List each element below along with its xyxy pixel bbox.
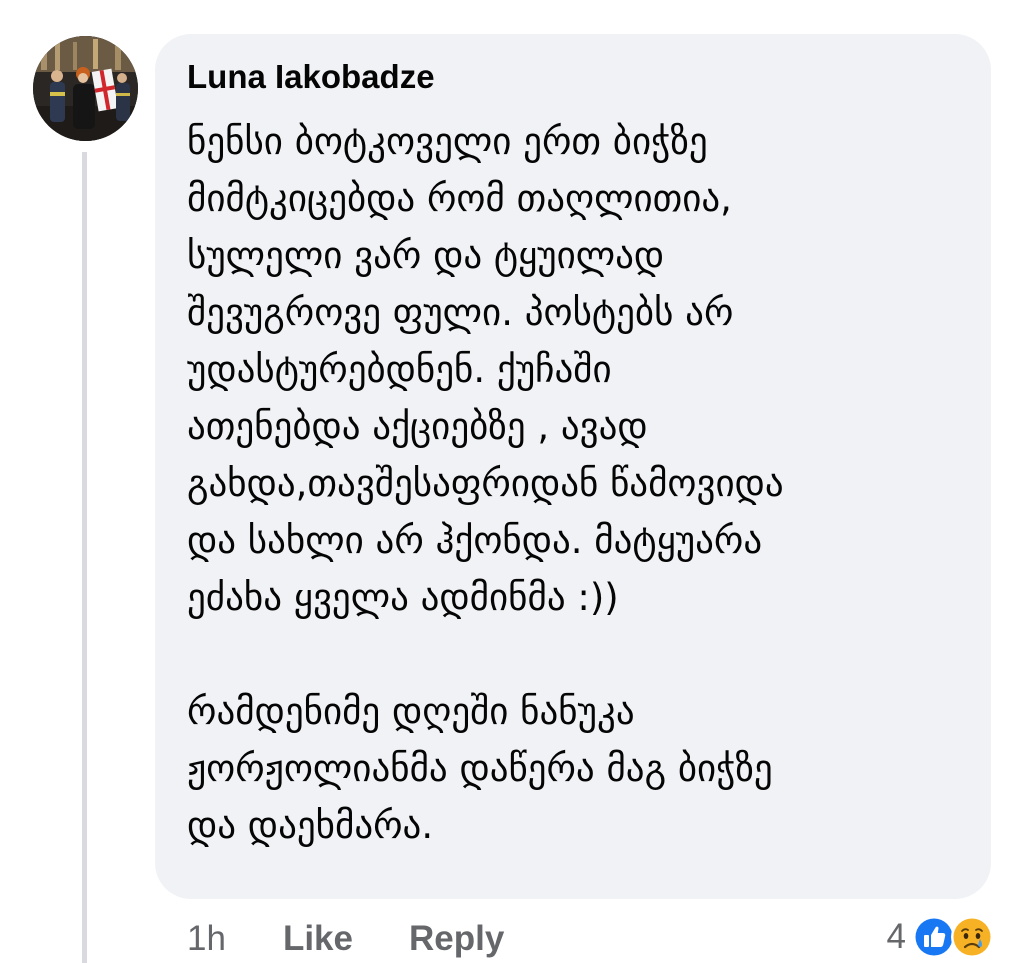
comment-line: ეძახა ყველა ადმინმა :))	[187, 576, 619, 619]
comment-line: გახდა,თავშესაფრიდან წამოვიდა	[187, 462, 784, 505]
comment-line: მიმტკიცებდა რომ თაღლითია,	[187, 177, 732, 220]
avatar[interactable]	[33, 36, 138, 141]
comment-timestamp[interactable]: 1h	[187, 919, 226, 959]
reaction-count: 4	[886, 917, 906, 956]
reply-button[interactable]: Reply	[409, 919, 504, 959]
comment-line: რამდენიმე დღეში ნანუკა	[187, 690, 635, 733]
comment-thread: Luna Iakobadze ნენსი ბოტკოველი ერთ ბიჭზე…	[0, 0, 1024, 963]
reactions-summary[interactable]: 4	[887, 912, 994, 962]
comment-line: ჟორჟოლიანმა დაწერა მაგ ბიჭზე	[187, 747, 773, 790]
comment-line: უდასტურებდნენ. ქუჩაში	[187, 348, 612, 391]
sad-icon	[951, 916, 993, 958]
thread-line	[82, 152, 87, 963]
avatar-photo	[33, 36, 138, 141]
comment-line: და სახლი არ ჰქონდა. მატყუარა	[187, 519, 763, 562]
comment-actions: 1h Like Reply	[187, 914, 504, 963]
comment-line: სულელი ვარ და ტყუილად	[187, 234, 665, 277]
comment-author[interactable]: Luna Iakobadze	[187, 56, 435, 98]
comment-line: შევუგროვე ფული. პოსტებს არ	[187, 291, 734, 334]
comment-line: ნენსი ბოტკოველი ერთ ბიჭზე	[187, 120, 708, 163]
comment-line: და დაეხმარა.	[187, 804, 434, 847]
comment-body: ნენსი ბოტკოველი ერთ ბიჭზე მიმტკიცებდა რო…	[187, 113, 982, 854]
like-button[interactable]: Like	[283, 919, 353, 959]
comment-line: ათენებდა აქციებზე , ავად	[187, 405, 648, 448]
